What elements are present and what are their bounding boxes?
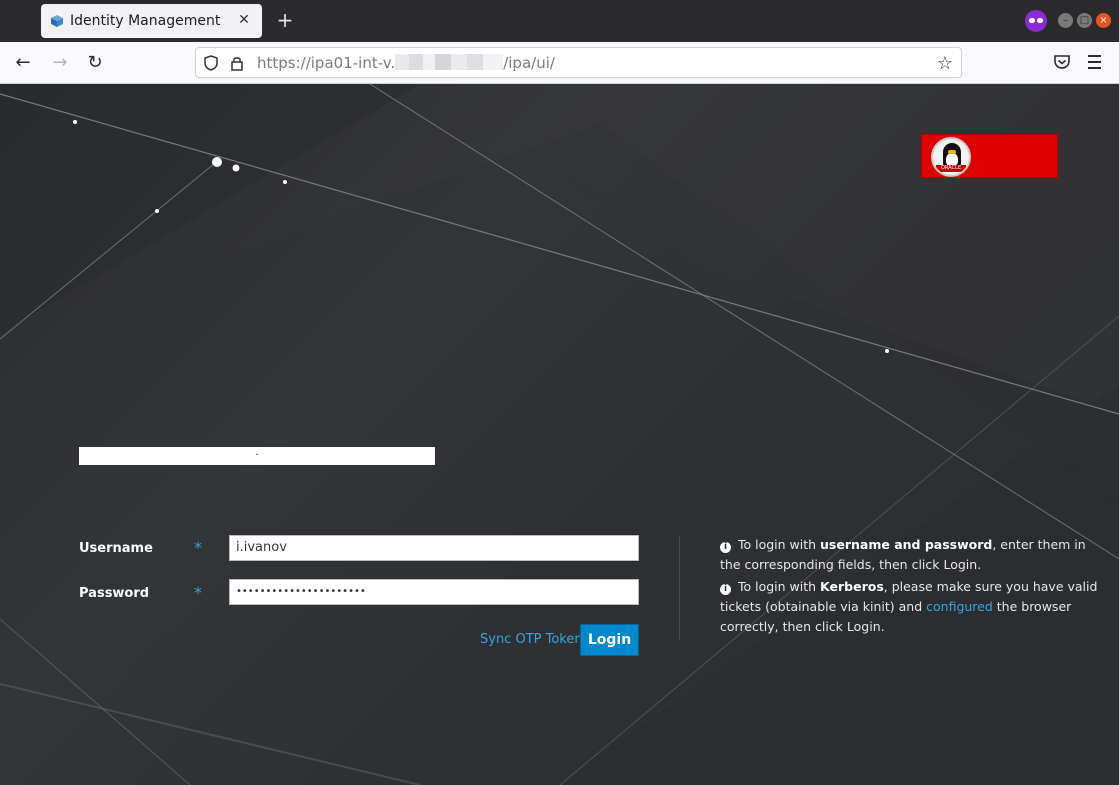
plus-icon[interactable]: + xyxy=(275,10,295,30)
reload-icon[interactable]: ↻ xyxy=(84,52,106,74)
star-icon[interactable]: ☆ xyxy=(937,53,953,74)
window-close-button[interactable]: × xyxy=(1096,13,1111,28)
brand-logo: ORACLE xyxy=(921,134,1058,178)
pocket-icon[interactable] xyxy=(1053,53,1071,71)
tab-identity-management[interactable]: Identity Management ✕ xyxy=(41,4,262,38)
tux-penguin-icon: ORACLE xyxy=(931,137,971,177)
password-required-marker: * xyxy=(194,583,202,602)
configured-link[interactable]: configured xyxy=(926,599,993,614)
url-prefix: https://ipa01-int-v. xyxy=(257,54,396,72)
browser-tab-bar: Identity Management ✕ + – □ × xyxy=(0,0,1119,42)
url-bar[interactable]: https://ipa01-int-v. /ipa/ui/ ☆ xyxy=(195,47,962,78)
minimize-button[interactable]: – xyxy=(1058,13,1073,28)
username-label: Username xyxy=(79,541,153,556)
browser-nav-bar: ← → ↻ https://ipa01-int-v. /ipa/ui/ ☆ xyxy=(0,42,1119,84)
favicon-cube-icon xyxy=(51,15,63,27)
login-page: ORACLE . xyxy=(0,84,1119,785)
url-suffix: /ipa/ui/ xyxy=(503,54,555,72)
privacy-mask-icon[interactable] xyxy=(1025,10,1047,32)
shield-icon[interactable] xyxy=(204,55,218,71)
username-required-marker: * xyxy=(194,538,202,557)
url-redacted-host xyxy=(395,54,504,70)
lock-icon[interactable] xyxy=(230,55,244,71)
close-icon[interactable]: ✕ xyxy=(236,12,252,28)
url-text[interactable]: https://ipa01-int-v. /ipa/ui/ xyxy=(257,54,555,72)
forward-arrow-icon[interactable]: → xyxy=(49,52,71,74)
back-arrow-icon[interactable]: ← xyxy=(12,52,34,74)
help-username-password: i To login with username and password, e… xyxy=(720,537,1086,572)
password-label: Password xyxy=(79,586,150,601)
sync-otp-token-link[interactable]: Sync OTP Token xyxy=(480,632,583,647)
oracle-label: ORACLE xyxy=(936,165,966,172)
hamburger-menu-icon[interactable] xyxy=(1088,55,1106,71)
help-kerberos: i To login with Kerberos, please make su… xyxy=(720,579,1098,634)
username-field[interactable]: i.ivanov xyxy=(229,535,639,561)
background-lines-decoration xyxy=(0,84,1119,785)
login-button[interactable]: Login xyxy=(580,624,639,656)
info-icon: i xyxy=(720,542,731,553)
form-divider xyxy=(679,536,680,640)
login-banner: . xyxy=(79,447,435,465)
tab-title: Identity Management xyxy=(70,13,221,29)
info-icon: i xyxy=(720,584,731,595)
password-field[interactable]: •••••••••••••••••••••• xyxy=(229,579,639,605)
maximize-button[interactable]: □ xyxy=(1077,13,1092,28)
